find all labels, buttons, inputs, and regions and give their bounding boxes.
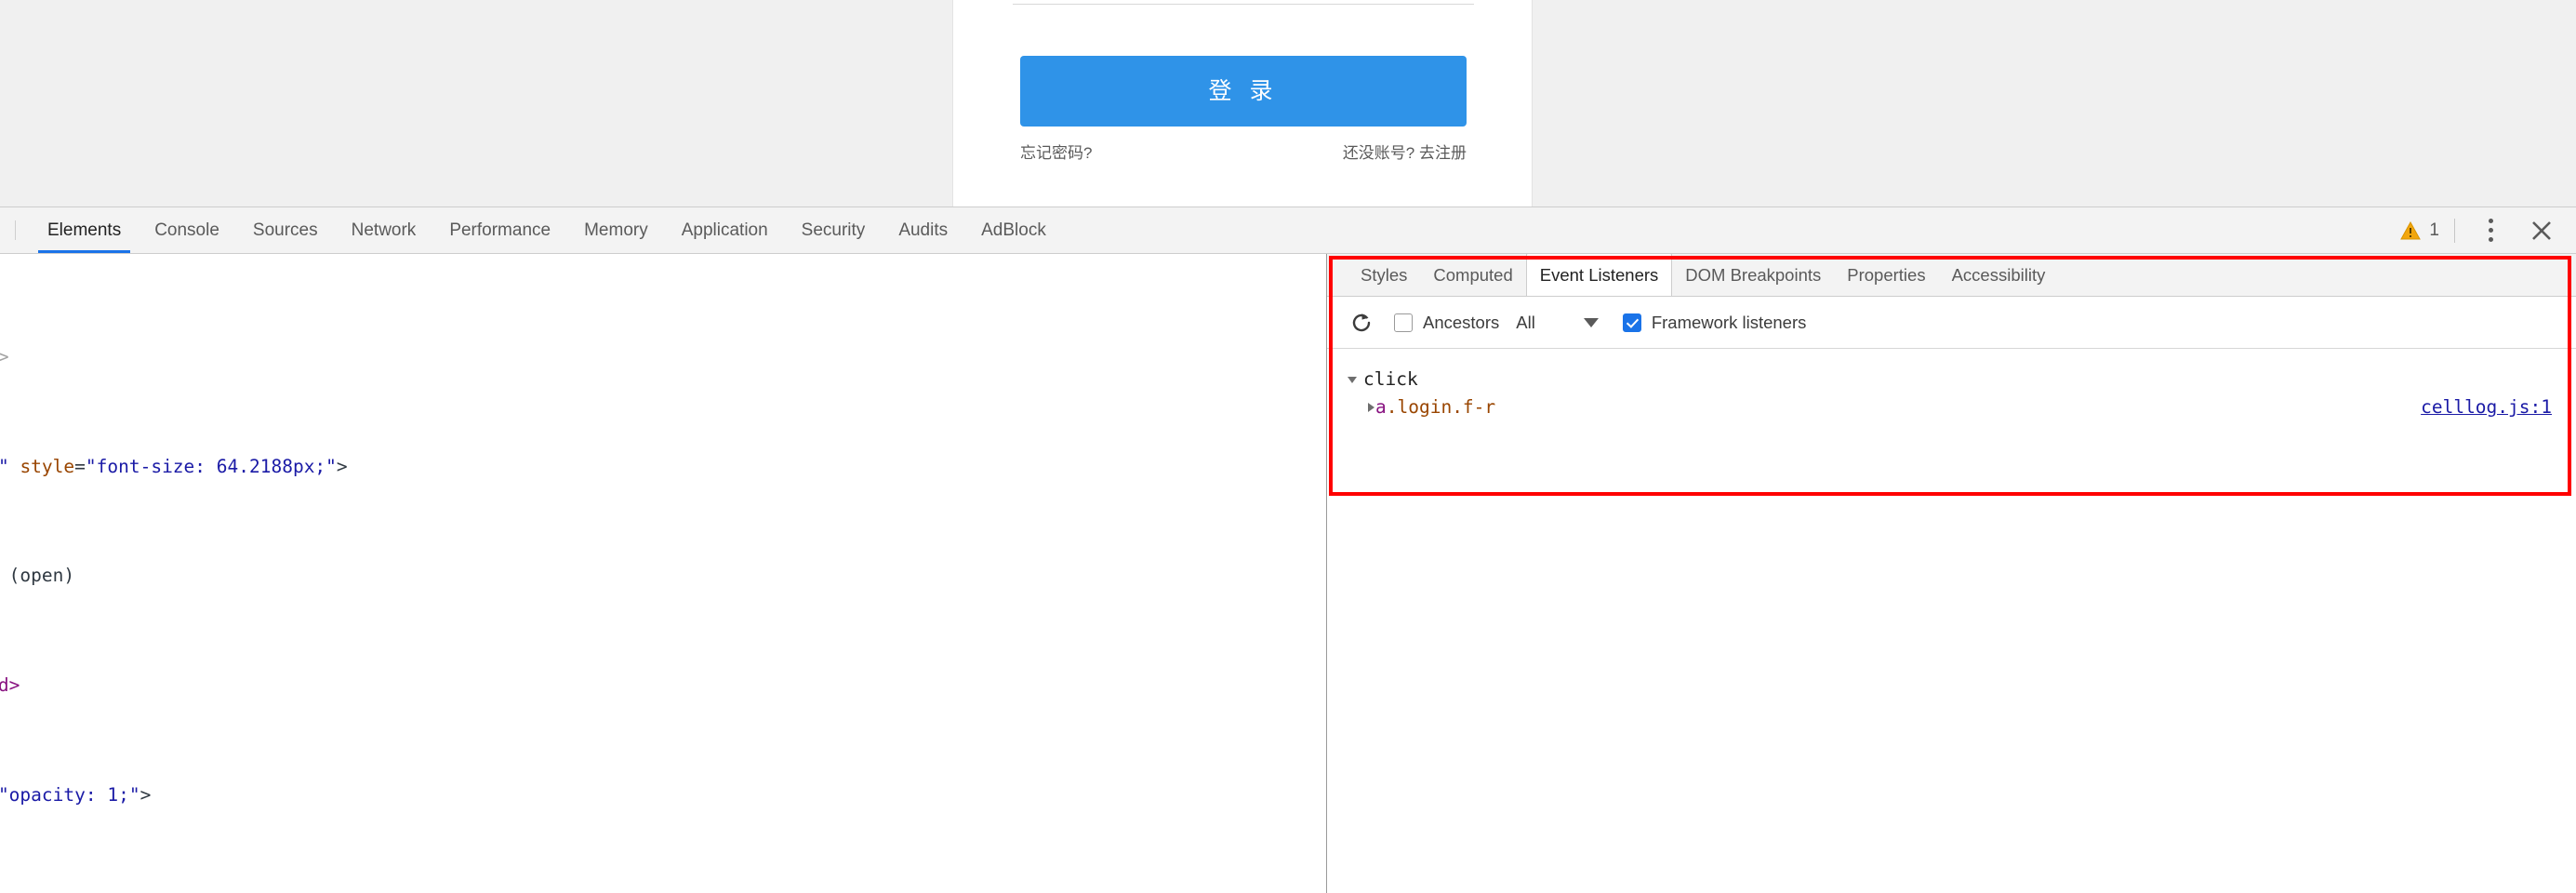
listener-node-classes: .login.f-r [1386,396,1496,419]
toolbar-right-actions: 1 [2400,207,2576,253]
ancestors-label: Ancestors [1423,312,1500,332]
dom-tree: YPE html> lang="zh" style="font-size: 64… [0,261,1326,893]
tab-sources[interactable]: Sources [236,207,335,253]
kebab-menu-icon[interactable] [2477,217,2503,245]
warning-count: 1 [2429,220,2439,240]
event-listeners-list: click a .login.f-r celllog.js:1 [1327,349,2576,421]
login-links-row: 忘记密码? 还没账号? 去注册 [1020,140,1467,163]
register-link[interactable]: 还没账号? 去注册 [1343,140,1467,163]
tab-security[interactable]: Security [785,207,883,253]
warning-indicator[interactable]: 1 [2400,220,2454,241]
forgot-password-link[interactable]: 忘记密码? [1020,140,1092,163]
framework-listeners-label: Framework listeners [1651,312,1807,332]
sidebar-tab-dom-breakpoints[interactable]: DOM Breakpoints [1672,254,1834,296]
val-lang: "zh" [0,456,9,477]
shadow-root-text: dow-root (open) [8,565,75,587]
tab-performance[interactable]: Performance [432,207,567,253]
expand-arrow-icon[interactable] [1368,403,1374,412]
val-style: "font-size: 64.2188px;" [85,455,337,477]
close-icon[interactable] [2528,217,2556,245]
attr-style: style [20,455,75,477]
framework-listeners-checkbox[interactable] [1622,313,1641,332]
sidebar-tab-computed[interactable]: Computed [1420,254,1525,296]
sidebar-pane: Styles Computed Event Listeners DOM Brea… [1327,254,2576,893]
chevron-down-icon[interactable] [1583,317,1599,327]
event-listeners-toolbar: Ancestors All Framework listeners [1327,297,2576,349]
sidebar-tab-properties[interactable]: Properties [1834,254,1938,296]
devtools-body: YPE html> lang="zh" style="font-size: 64… [0,254,2576,893]
tab-network[interactable]: Network [335,207,433,253]
sidebar-tabstrip: Styles Computed Event Listeners DOM Brea… [1327,254,2576,297]
listener-filter-value[interactable]: All [1516,313,1535,333]
listener-source-link[interactable]: celllog.js:1 [2421,393,2576,420]
val-body-style: "opacity: 1;" [0,783,140,806]
ancestors-checkbox[interactable] [1394,313,1413,332]
listener-event-name: click [1363,368,1418,391]
listener-node-tag: a [1375,396,1387,419]
login-card: 登 录 忘记密码? 还没账号? 去注册 [952,0,1533,207]
dom-line-shadow-root[interactable]: dow-root (open) [0,562,1326,589]
login-button[interactable]: 登 录 [1020,56,1467,127]
collapse-arrow-icon[interactable] [1348,376,1357,383]
dom-line-doctype[interactable]: YPE html> [0,343,1326,370]
listener-group-click[interactable]: click [1348,366,2576,393]
dom-line-html[interactable]: lang="zh" style="font-size: 64.2188px;"> [0,453,1326,480]
dom-line-head[interactable]: d>…</head> [0,672,1326,699]
tab-elements[interactable]: Elements [31,207,138,253]
refresh-icon[interactable] [1349,311,1374,335]
head-text: d>…</head> [0,674,20,697]
tab-memory[interactable]: Memory [567,207,665,253]
listener-node-row[interactable]: a .login.f-r celllog.js:1 [1348,393,2576,421]
sidebar-tab-styles[interactable]: Styles [1348,254,1420,296]
tab-application[interactable]: Application [665,207,785,253]
sidebar-tab-accessibility[interactable]: Accessibility [1939,254,2059,296]
doctype-text: YPE html> [0,346,9,367]
tab-adblock[interactable]: AdBlock [964,207,1063,253]
tab-audits[interactable]: Audits [882,207,964,253]
devtools-panel: Elements Console Sources Network Perform… [0,207,2576,893]
sidebar-tab-event-listeners[interactable]: Event Listeners [1525,254,1673,296]
toolbar-separator [2454,218,2455,243]
page-viewport: 登 录 忘记密码? 还没账号? 去注册 [0,0,2576,207]
dom-tree-pane[interactable]: YPE html> lang="zh" style="font-size: 64… [0,254,1327,893]
devtools-tabstrip: Elements Console Sources Network Perform… [16,207,1063,253]
devtools-toolbar: Elements Console Sources Network Perform… [0,207,2576,254]
warning-triangle-icon [2400,220,2422,239]
dom-line-body[interactable]: y style="opacity: 1;"> [0,781,1326,808]
tab-console[interactable]: Console [138,207,236,253]
form-divider [1013,4,1474,5]
